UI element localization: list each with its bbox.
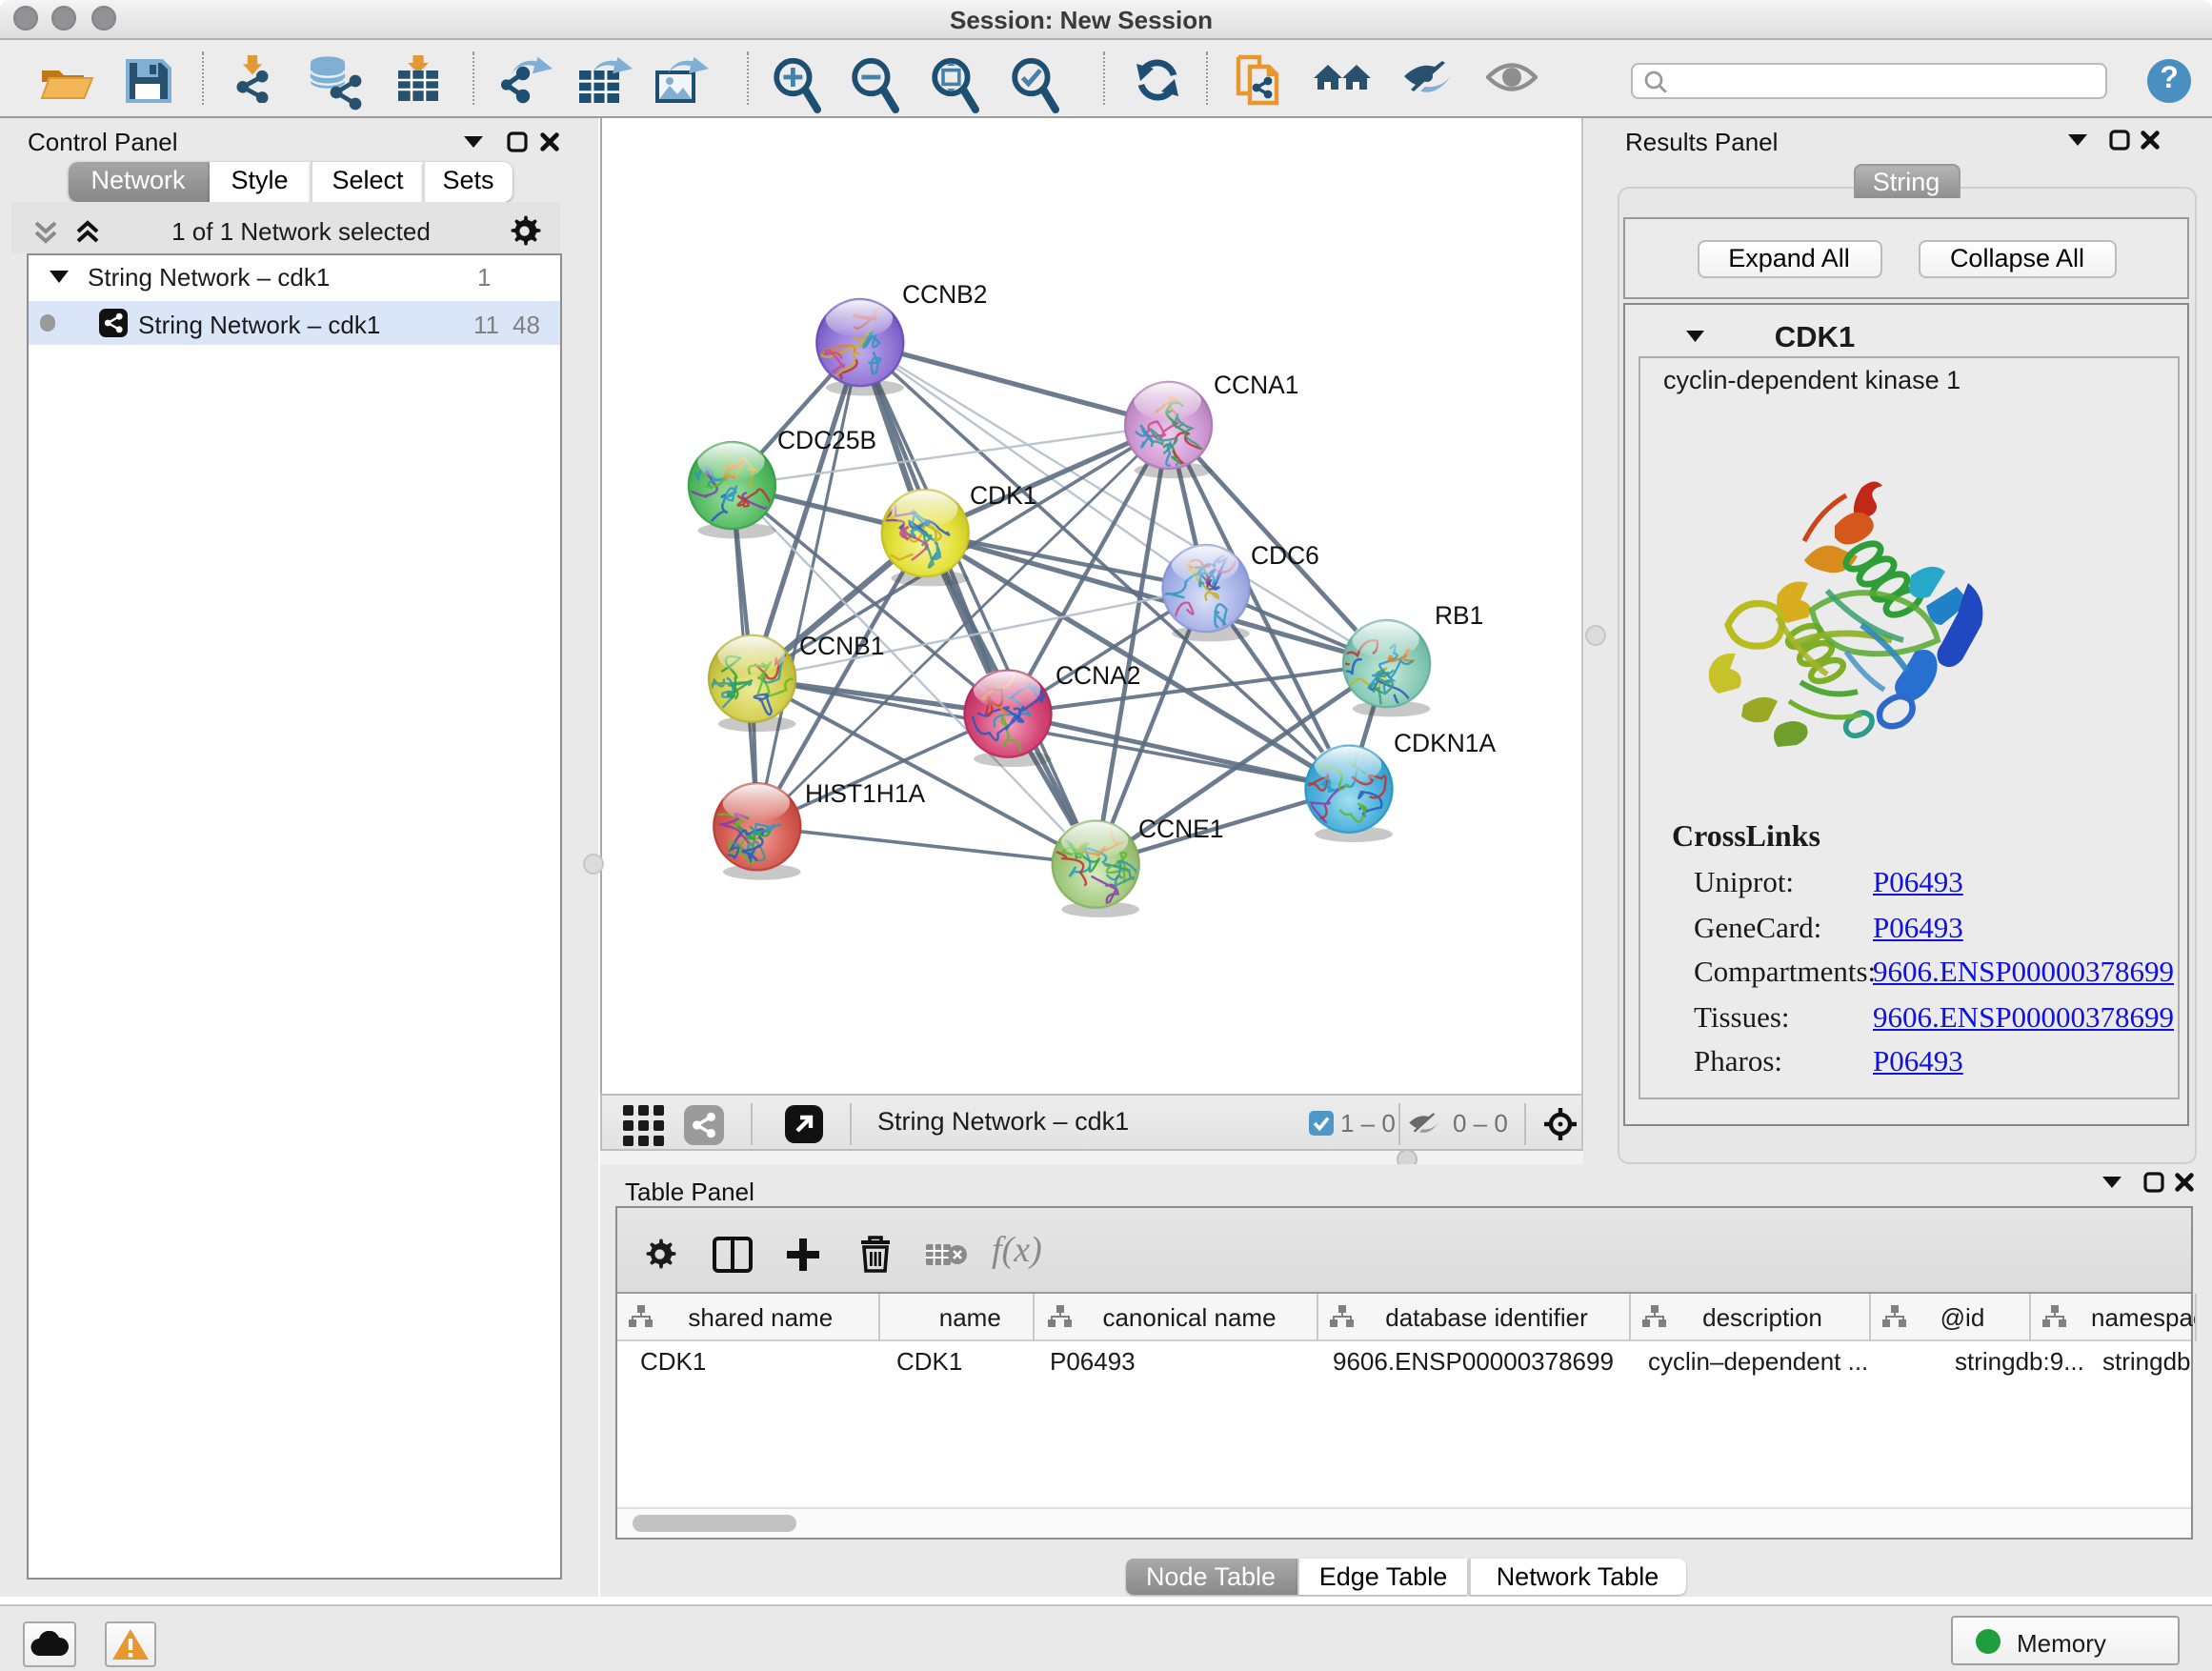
svg-text:RB1: RB1 (1434, 601, 1482, 630)
svg-text:CDC6: CDC6 (1250, 541, 1318, 570)
svg-text:HIST1H1A: HIST1H1A (804, 779, 925, 808)
svg-text:CDC25B: CDC25B (776, 426, 875, 454)
svg-text:CCNA1: CCNA1 (1213, 371, 1297, 399)
svg-text:CCNA2: CCNA2 (1055, 661, 1139, 690)
svg-text:CDK1: CDK1 (969, 481, 1036, 510)
svg-text:CCNE1: CCNE1 (1137, 815, 1222, 843)
svg-text:CDKN1A: CDKN1A (1393, 729, 1495, 757)
svg-text:CCNB2: CCNB2 (901, 280, 986, 309)
svg-text:CCNB1: CCNB1 (798, 632, 883, 660)
